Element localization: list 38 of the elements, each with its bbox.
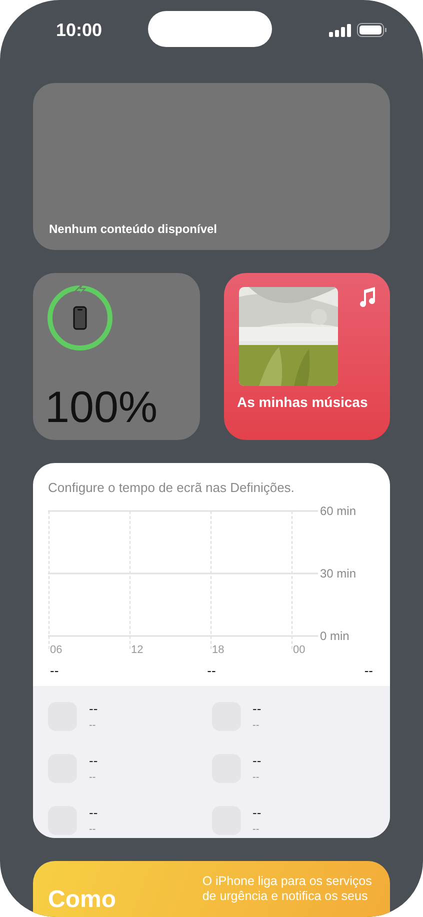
app-time: --: [89, 824, 97, 836]
app-time: --: [89, 772, 97, 784]
total-value: --: [50, 663, 59, 678]
signal-icon: [329, 24, 351, 36]
app-name: --: [252, 702, 262, 716]
app-name: --: [89, 702, 98, 716]
battery-widget[interactable]: 100%: [33, 273, 200, 440]
photos-widget[interactable]: Nenhum conteúdo disponível: [33, 83, 390, 250]
x-axis-label: 00: [293, 644, 306, 656]
battery-icon: [357, 23, 387, 37]
app-time: --: [252, 772, 260, 784]
screen-time-widget[interactable]: Configure o tempo de ecrã nas Definições. 60 min 30 min 0 min 06 12 18 00 -- -- -- -- -- -- -- -- -- -- -- -- -- -- --: [33, 463, 390, 838]
phone-icon: [73, 306, 87, 330]
y-axis-label: 0 min: [320, 629, 350, 643]
x-axis-label: 18: [212, 644, 224, 656]
app-time: --: [252, 824, 260, 836]
total-value: --: [207, 663, 216, 678]
music-widget[interactable]: As minhas músicas: [224, 273, 390, 440]
widget-description: O iPhone liga para os serviços de urgência e notifica os seus: [202, 874, 373, 904]
x-axis-label: 12: [131, 644, 144, 656]
empty-message: Nenhum conteúdo disponível: [49, 222, 218, 236]
y-axis-label: 30 min: [320, 566, 356, 580]
x-axis-label: 06: [50, 644, 62, 656]
status-time: 10:00: [56, 20, 102, 40]
app-placeholder-icon: [48, 806, 77, 835]
app-time: --: [89, 720, 97, 732]
widget-heading: Como: [48, 887, 117, 913]
app-name: --: [89, 806, 98, 820]
app-name: --: [89, 754, 98, 768]
app-time: --: [252, 720, 260, 732]
battery-percent: 100%: [45, 386, 159, 430]
setup-message: Configure o tempo de ecrã nas Definições.: [48, 480, 294, 495]
y-axis-label: 60 min: [320, 504, 356, 518]
app-name: --: [252, 754, 262, 768]
playlist-title: As minhas músicas: [237, 394, 369, 410]
total-value: --: [364, 663, 373, 678]
app-name: --: [252, 806, 262, 820]
music-note-icon: [358, 287, 376, 307]
